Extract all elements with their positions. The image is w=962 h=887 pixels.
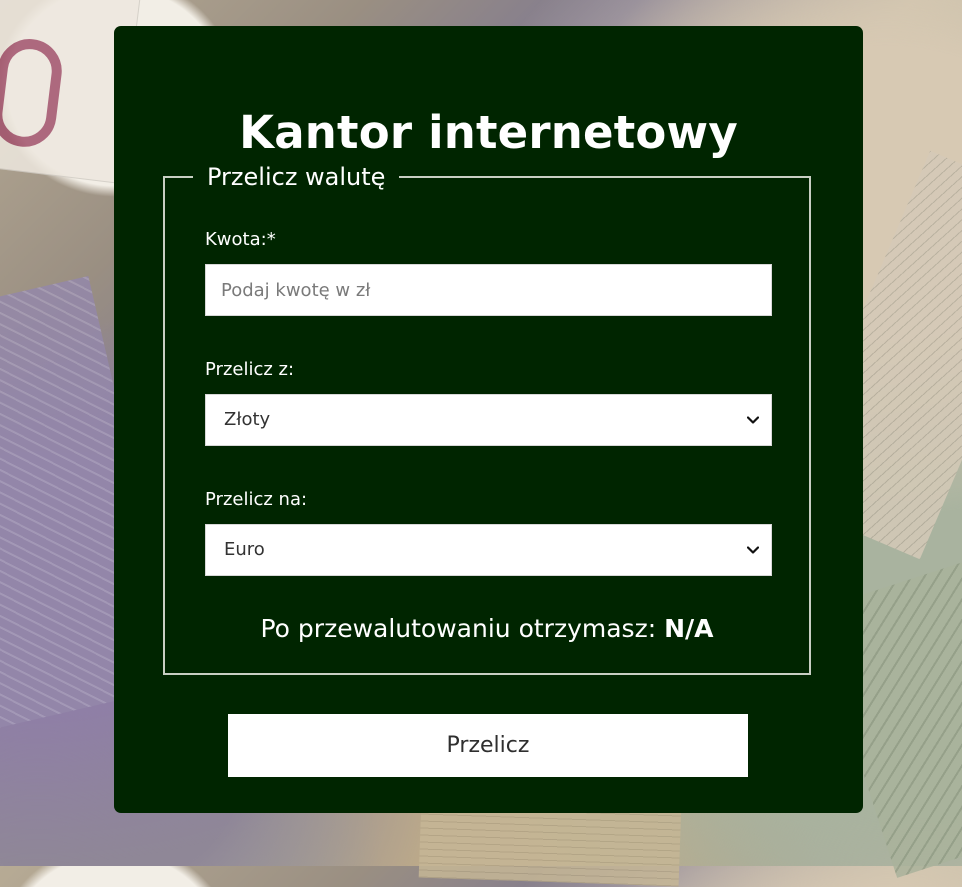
conversion-legend: Przelicz walutę [193, 162, 400, 192]
from-currency-select[interactable]: Złoty [205, 394, 772, 446]
to-currency-label: Przelicz na: [205, 489, 308, 510]
exchange-calculator-page: { "page": { "title": "Kantor internetowy… [0, 0, 962, 887]
convert-button[interactable]: Przelicz [228, 714, 748, 777]
chevron-down-icon [747, 416, 759, 424]
result-value: N/A [664, 614, 714, 643]
from-currency-label: Przelicz z: [205, 359, 295, 380]
page-title: Kantor internetowy [239, 106, 738, 159]
conversion-result: Po przewalutowaniu otrzymasz: N/A [165, 614, 809, 644]
from-currency-value: Złoty [224, 409, 271, 430]
amount-label: Kwota:* [205, 229, 276, 250]
to-currency-value: Euro [224, 539, 265, 560]
chevron-down-icon [747, 546, 759, 554]
to-currency-select[interactable]: Euro [205, 524, 772, 576]
amount-input[interactable] [205, 264, 772, 316]
conversion-fieldset: Przelicz walutę Kwota:* Przelicz z: Złot… [163, 162, 811, 675]
exchange-card: Kantor internetowy Przelicz walutę Kwota… [114, 26, 863, 813]
result-label: Po przewalutowaniu otrzymasz: [260, 614, 657, 643]
